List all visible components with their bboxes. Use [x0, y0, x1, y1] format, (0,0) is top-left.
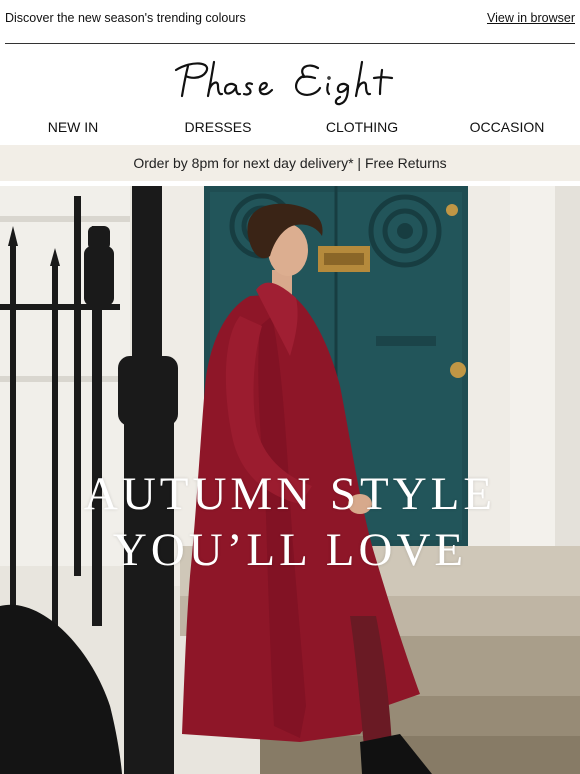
- nav-item-new-in[interactable]: NEW IN: [48, 119, 99, 135]
- hero-banner[interactable]: AUTUMN STYLE YOU’LL LOVE: [0, 186, 580, 774]
- preheader-text: Discover the new season's trending colou…: [5, 11, 246, 25]
- nav-item-occasion[interactable]: OCCASION: [470, 119, 545, 135]
- hero-headline-line2: YOU’LL LOVE: [112, 524, 468, 576]
- header-divider: [5, 43, 575, 44]
- phase-eight-logo-icon: [174, 60, 394, 106]
- main-navigation: NEW IN DRESSES CLOTHING OCCASION: [0, 117, 580, 139]
- promo-text: Order by 8pm for next day delivery* | Fr…: [133, 155, 447, 171]
- view-in-browser-link[interactable]: View in browser: [487, 11, 575, 25]
- nav-item-dresses[interactable]: DRESSES: [185, 119, 252, 135]
- promo-banner[interactable]: Order by 8pm for next day delivery* | Fr…: [0, 145, 580, 181]
- brand-logo[interactable]: [0, 56, 580, 112]
- nav-item-clothing[interactable]: CLOTHING: [326, 119, 398, 135]
- preheader-bar: Discover the new season's trending colou…: [0, 0, 580, 36]
- hero-headline-line1: AUTUMN STYLE: [83, 468, 497, 520]
